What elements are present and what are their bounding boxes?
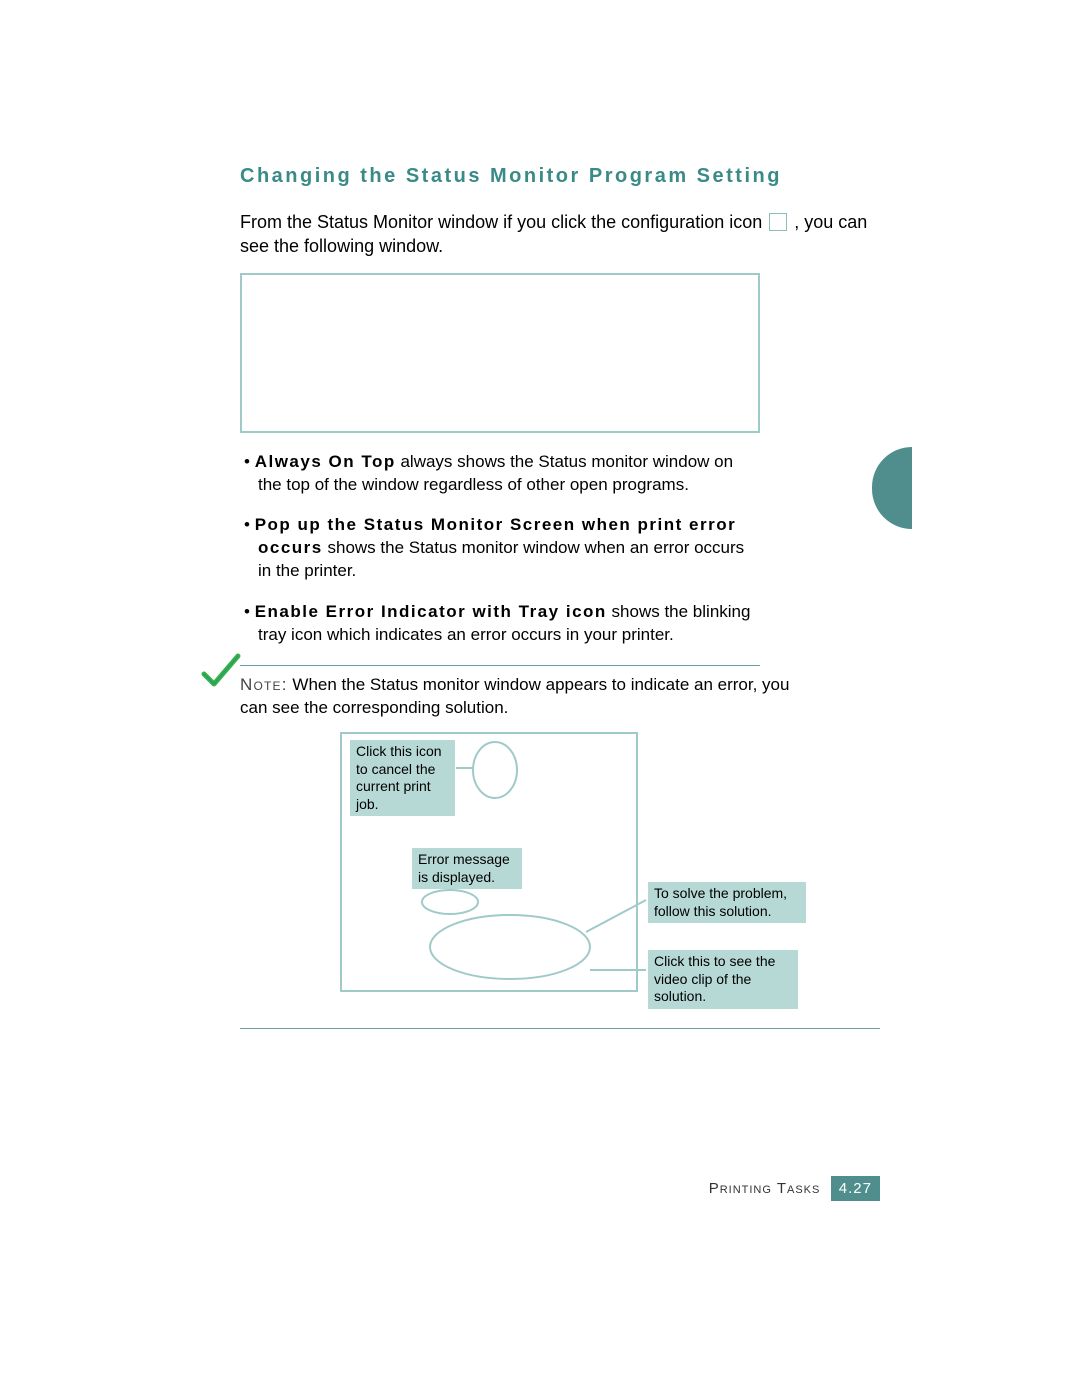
note-block: Note: When the Status monitor window app…	[240, 674, 800, 720]
footer-section-label: Printing Tasks	[709, 1180, 821, 1197]
footer-page-number: 4.27	[831, 1176, 880, 1201]
divider	[240, 665, 760, 666]
checkmark-icon	[200, 652, 240, 692]
status-monitor-diagram: Click this icon to cancel the current pr…	[240, 732, 800, 1002]
intro-paragraph: From the Status Monitor window if you cl…	[240, 210, 880, 259]
bullet-dot: •	[244, 515, 255, 534]
bullet-dot: •	[244, 602, 255, 621]
callout-solution: To solve the problem, follow this soluti…	[648, 882, 806, 923]
bullet-bold: Always On Top	[255, 452, 396, 471]
page-footer: Printing Tasks 4.27	[0, 1176, 880, 1201]
content-area: Changing the Status Monitor Program Sett…	[240, 165, 880, 1029]
callout-video-clip: Click this to see the video clip of the …	[648, 950, 798, 1009]
divider	[240, 1028, 880, 1029]
section-heading: Changing the Status Monitor Program Sett…	[240, 165, 880, 188]
bullet-list: • Always On Top always shows the Status …	[240, 451, 755, 648]
callout-error-message: Error message is displayed.	[412, 848, 522, 889]
bullet-item: • Always On Top always shows the Status …	[240, 451, 755, 497]
settings-window-screenshot	[240, 273, 760, 433]
bullet-text: shows the Status monitor window when an …	[258, 538, 744, 580]
bullet-item: • Pop up the Status Monitor Screen when …	[240, 514, 755, 583]
callout-cancel-job: Click this icon to cancel the current pr…	[350, 740, 455, 816]
intro-text-before: From the Status Monitor window if you cl…	[240, 212, 767, 232]
configuration-icon	[769, 213, 787, 231]
bullet-bold: Enable Error Indicator with Tray icon	[255, 602, 607, 621]
note-text: When the Status monitor window appears t…	[240, 675, 789, 717]
page: Changing the Status Monitor Program Sett…	[0, 0, 1080, 1397]
bullet-item: • Enable Error Indicator with Tray icon …	[240, 601, 755, 647]
note-label: Note:	[240, 675, 288, 694]
bullet-dot: •	[244, 452, 255, 471]
